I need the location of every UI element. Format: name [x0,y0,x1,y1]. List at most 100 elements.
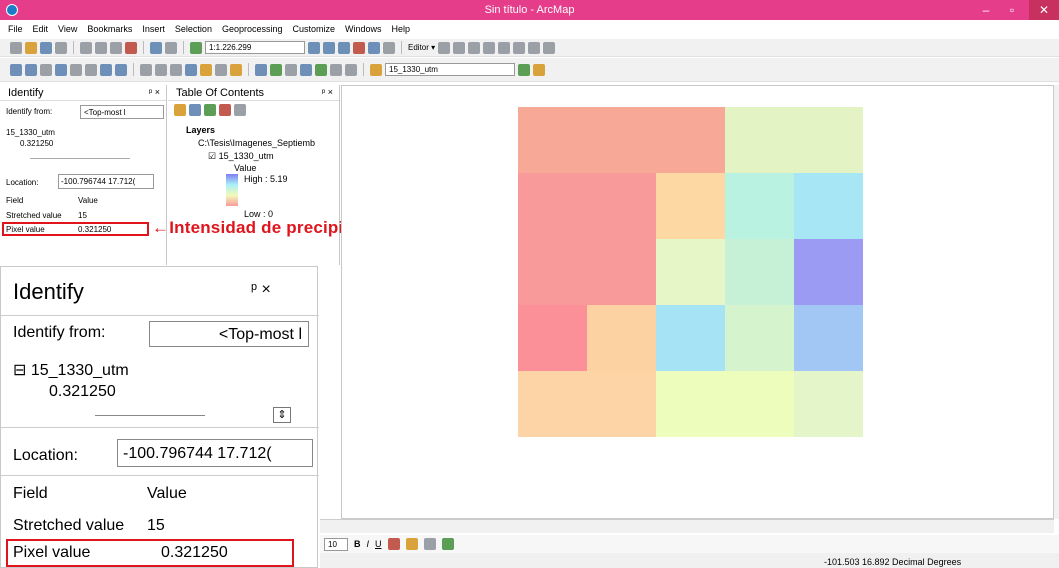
fixed-zoom-in-icon[interactable] [70,63,82,76]
raster-cell[interactable] [587,371,656,437]
catalog-icon[interactable] [338,41,350,54]
font-color-icon[interactable] [387,538,400,550]
list-by-visibility-icon[interactable] [204,104,216,116]
menu-bookmarks[interactable]: Bookmarks [87,24,132,34]
go-to-xy-icon[interactable] [285,63,297,76]
options-icon[interactable] [234,104,246,116]
redo-icon[interactable] [165,41,177,54]
raster-cell[interactable] [794,107,863,173]
layer-node[interactable]: ☑ 15_1330_utm [208,151,274,162]
raster-cell[interactable] [794,239,863,305]
arctoolbox-icon[interactable] [368,41,380,54]
list-by-source-icon[interactable] [189,104,201,116]
pin-close-icon[interactable]: ᵖ × [322,87,333,97]
maximize-button[interactable]: ▫ [999,0,1025,20]
zoom-in-icon[interactable] [10,63,22,76]
splitter[interactable] [30,158,130,159]
raster-cell[interactable] [656,173,725,239]
viewer-window-icon[interactable] [315,63,327,76]
copy-icon[interactable] [95,41,107,54]
hyperlink-icon[interactable] [200,63,212,76]
pin-close-icon[interactable]: ᵖ × [149,87,160,97]
raster-cell[interactable] [656,305,725,371]
identify-from-dropdown[interactable]: <Top-most l [80,105,164,119]
raster-cell[interactable] [587,173,656,239]
html-popup-icon[interactable] [215,63,227,76]
raster-cell[interactable] [587,107,656,173]
menu-edit[interactable]: Edit [33,24,49,34]
raster-cell[interactable] [587,239,656,305]
image-analysis-icon[interactable] [370,63,382,76]
line-color-icon[interactable] [423,538,436,550]
attributes-icon[interactable] [528,41,541,54]
raster-cell[interactable] [725,173,794,239]
open-icon[interactable] [25,41,37,54]
fill-color-icon[interactable] [405,538,418,550]
paste-icon[interactable] [110,41,122,54]
raster-cell[interactable] [518,305,587,371]
clear-selection-icon[interactable] [155,63,167,76]
sketch-properties-icon[interactable] [543,41,556,54]
add-data-icon[interactable] [190,41,202,54]
raster-cell[interactable] [518,107,587,173]
pan-icon[interactable] [40,63,52,76]
raster-cell[interactable] [518,239,587,305]
menu-help[interactable]: Help [392,24,411,34]
python-icon[interactable] [383,41,395,54]
toggle-panes-icon[interactable]: ⇕ [273,407,291,423]
bold-button[interactable]: B [354,539,361,549]
minimize-button[interactable]: – [973,0,999,20]
horizontal-scrollbar[interactable] [320,519,1054,533]
menu-customize[interactable]: Customize [293,24,336,34]
construction-tool-icon[interactable] [483,41,496,54]
menu-windows[interactable]: Windows [345,24,382,34]
split-tool-icon[interactable] [498,41,511,54]
result-tree-root[interactable]: ⊟ 15_1330_utm [13,360,129,380]
identify-icon[interactable] [185,63,197,76]
raster-cell[interactable] [656,239,725,305]
raster-cell[interactable] [725,305,794,371]
raster-cell[interactable] [518,173,587,239]
layer-combo[interactable]: 15_1330_utm [385,63,515,76]
new-document-icon[interactable] [10,41,22,54]
menu-view[interactable]: View [58,24,77,34]
folder-node[interactable]: C:\Tesis\Imagenes_Septiemb [198,138,315,148]
location-field[interactable]: -100.796744 17.712( [117,439,313,467]
editor-menu[interactable]: Editor ▾ [408,43,435,52]
raster-cell[interactable] [794,305,863,371]
location-field[interactable]: -100.796744 17.712( [58,174,154,189]
list-by-selection-icon[interactable] [219,104,231,116]
raster-cell[interactable] [725,371,794,437]
rotate-tool-icon[interactable] [513,41,526,54]
undo-icon[interactable] [150,41,162,54]
delete-icon[interactable] [125,41,137,54]
raster-cell[interactable] [725,239,794,305]
zoom-out-icon[interactable] [25,63,37,76]
menu-selection[interactable]: Selection [175,24,212,34]
save-icon[interactable] [40,41,52,54]
sketch-tool-icon[interactable] [453,41,466,54]
full-extent-icon[interactable] [55,63,67,76]
result-tree-root[interactable]: 15_1330_utm [6,128,55,137]
table-of-contents-icon[interactable] [323,41,335,54]
back-extent-icon[interactable] [100,63,112,76]
flicker-icon[interactable] [345,63,357,76]
print-icon[interactable] [55,41,67,54]
raster-cell[interactable] [794,371,863,437]
contrast-icon[interactable] [518,63,530,76]
splitter[interactable] [95,415,205,416]
layer-checkbox[interactable]: ☑ [208,151,219,161]
measure-icon[interactable] [230,63,242,76]
search-window-icon[interactable] [353,41,365,54]
time-slider-icon[interactable] [300,63,312,76]
straight-segment-icon[interactable] [468,41,481,54]
scale-combo[interactable]: 1:1.226.299 [205,41,305,54]
result-tree-child[interactable]: 0.321250 [20,139,53,148]
raster-cell[interactable] [656,371,725,437]
find-icon[interactable] [255,63,267,76]
swipe-icon[interactable] [330,63,342,76]
fixed-zoom-out-icon[interactable] [85,63,97,76]
edit-tool-icon[interactable] [438,41,451,54]
menu-geoprocessing[interactable]: Geoprocessing [222,24,283,34]
map-view[interactable] [341,85,1054,519]
